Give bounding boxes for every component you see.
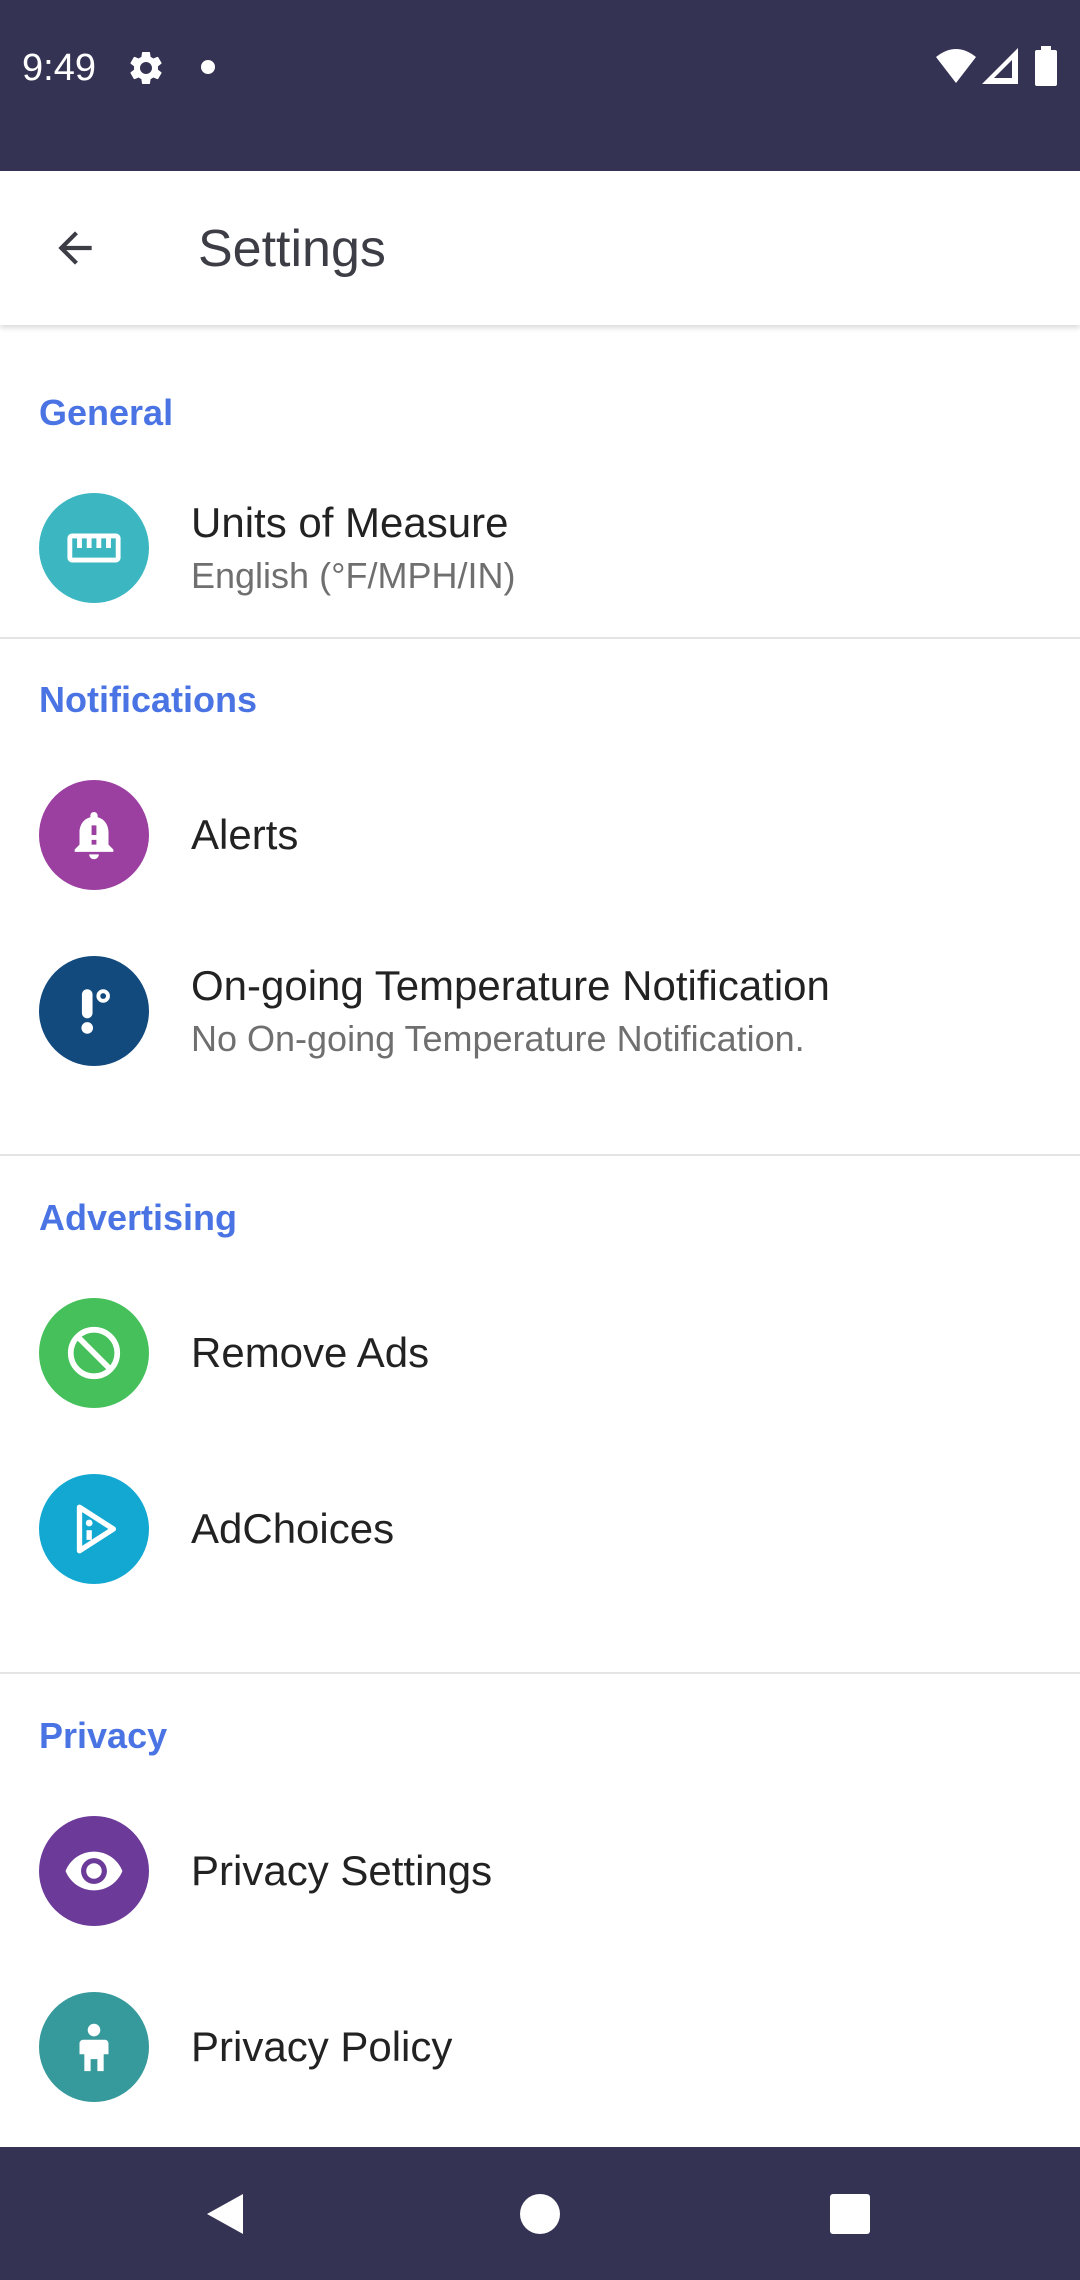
gear-icon <box>126 48 166 88</box>
back-triangle-icon <box>207 2194 243 2234</box>
section-header-privacy: Privacy <box>39 1715 168 1756</box>
navigation-bar <box>0 2147 1080 2280</box>
back-button[interactable] <box>38 211 112 285</box>
ruler-icon <box>39 493 149 603</box>
page-title: Settings <box>198 220 386 278</box>
units-of-measure-title: Units of Measure <box>191 499 509 546</box>
thermometer-icon <box>39 956 149 1066</box>
signal-icon <box>982 48 1018 84</box>
alerts-title: Alerts <box>191 811 299 858</box>
battery-icon <box>1035 46 1057 86</box>
block-icon <box>39 1298 149 1408</box>
remove-ads-row[interactable]: Remove Ads <box>0 1273 1080 1433</box>
privacy-settings-title: Privacy Settings <box>191 1847 493 1894</box>
ongoing-temperature-title: On-going Temperature Notification <box>191 962 830 1009</box>
units-of-measure-value: English (°F/MPH/IN) <box>191 555 516 596</box>
wifi-icon <box>936 48 976 84</box>
recents-square-icon <box>830 2194 870 2234</box>
divider <box>0 1154 1080 1156</box>
divider <box>0 1672 1080 1674</box>
section-header-notifications: Notifications <box>39 679 258 720</box>
alerts-row[interactable]: Alerts <box>0 755 1080 915</box>
nav-home-button[interactable] <box>503 2177 577 2251</box>
privacy-policy-title: Privacy Policy <box>191 2023 453 2070</box>
home-circle-icon <box>520 2194 560 2234</box>
adchoices-row[interactable]: AdChoices <box>0 1449 1080 1609</box>
divider <box>0 637 1080 639</box>
privacy-policy-row[interactable]: Privacy Policy <box>0 1967 1080 2127</box>
adchoices-icon <box>39 1474 149 1584</box>
ongoing-temperature-value: No On-going Temperature Notification. <box>191 1018 805 1059</box>
nav-recents-button[interactable] <box>813 2177 887 2251</box>
notification-dot <box>201 60 215 74</box>
adchoices-title: AdChoices <box>191 1505 395 1552</box>
arrow-back-icon <box>58 231 92 265</box>
section-header-advertising: Advertising <box>39 1197 238 1238</box>
status-time: 9:49 <box>22 47 96 89</box>
section-header-general: General <box>39 392 174 433</box>
app-bar: Settings <box>0 171 1080 325</box>
ongoing-temperature-row[interactable]: On-going Temperature Notification No On-… <box>0 931 1080 1091</box>
nav-back-button[interactable] <box>188 2177 262 2251</box>
eye-icon <box>39 1816 149 1926</box>
privacy-settings-row[interactable]: Privacy Settings <box>0 1791 1080 1951</box>
units-of-measure-row[interactable]: Units of Measure English (°F/MPH/IN) <box>0 468 1080 628</box>
status-bar: 9:49 <box>0 0 1080 171</box>
bell-alert-icon <box>39 780 149 890</box>
remove-ads-title: Remove Ads <box>191 1329 430 1376</box>
person-icon <box>39 1992 149 2102</box>
